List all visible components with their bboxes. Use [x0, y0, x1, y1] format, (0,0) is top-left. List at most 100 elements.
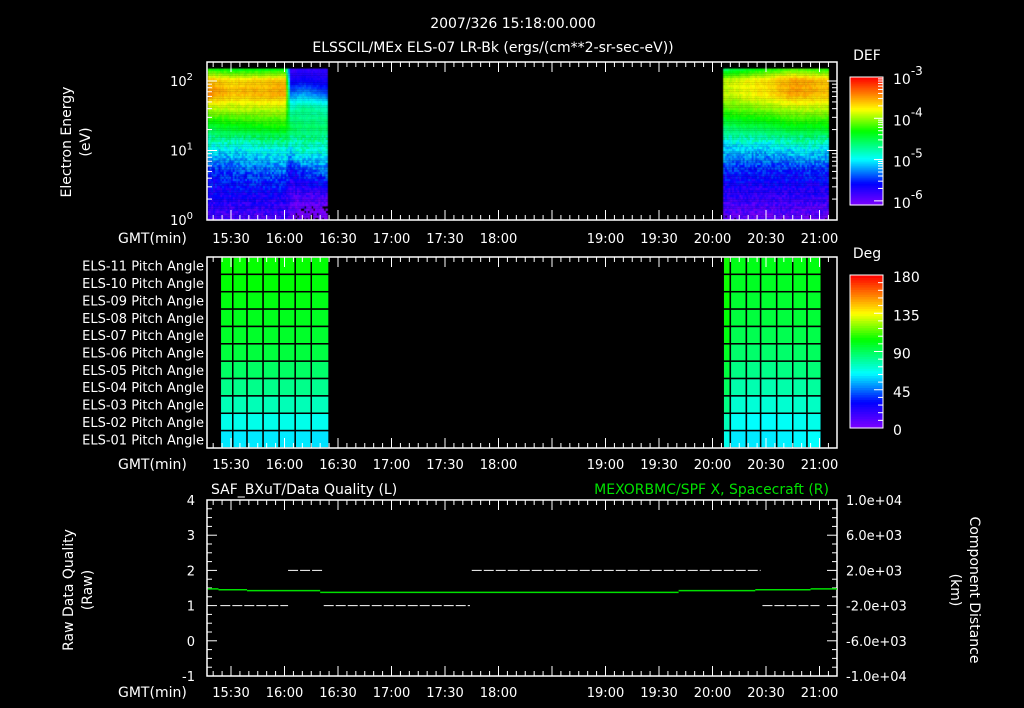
pitch-angle-cell — [806, 325, 823, 345]
pitch-angle-cell — [246, 429, 264, 449]
pitch-angle-cell — [759, 343, 778, 362]
energy-tick-label: 100 — [170, 211, 193, 229]
pitch-angle-cell — [310, 308, 330, 328]
pitch-angle-cell — [759, 429, 778, 449]
deg-colorbar-label: Deg — [853, 246, 881, 262]
def-colorbar-tick-label: 10-5 — [893, 147, 923, 171]
spectrogram-frame — [206, 61, 838, 221]
pitch-angle-cell — [745, 412, 762, 432]
pitch-angle-cell — [729, 412, 748, 432]
pitch-angle-cell — [262, 360, 280, 380]
pitch-angle-cell — [729, 273, 748, 293]
pitch-angle-cell — [278, 360, 296, 380]
pitch-angle-cell — [722, 395, 732, 415]
time-tick-label: 21:00 — [801, 686, 838, 701]
pitch-angle-cell — [729, 360, 748, 380]
pitch-angle-cell — [262, 325, 280, 345]
pitch-angle-cell — [278, 273, 296, 293]
pitch-angle-row-label: ELS-10 Pitch Angle — [82, 277, 204, 292]
deg-colorbar-tick-label: 0 — [893, 423, 902, 439]
quality-title: SAF_BXuT/Data Quality (L) — [211, 482, 397, 498]
pitch-angle-cell — [729, 343, 748, 362]
pitch-angle-cell — [775, 360, 794, 380]
def-colorbar-tick-label: 10-3 — [893, 64, 923, 88]
distance-tick-label: 6.0e+03 — [846, 529, 902, 544]
time-tick-label: 16:30 — [319, 686, 356, 701]
pitch-angle-cell — [219, 325, 234, 345]
pitch-angle-cell — [775, 308, 794, 328]
time-tick-label: 20:30 — [747, 686, 784, 701]
quality-tick-label: 4 — [187, 494, 195, 509]
time-tick-label: 20:00 — [694, 232, 731, 247]
deg-colorbar-tick-label: 90 — [893, 347, 911, 363]
pitch-angle-row-label: ELS-11 Pitch Angle — [82, 260, 204, 275]
pitch-angle-cell — [232, 273, 248, 293]
time-tick-label: 21:00 — [801, 232, 838, 247]
distance-tick-label: 2.0e+03 — [846, 564, 902, 579]
pitch-angle-cell — [745, 377, 762, 397]
gmt-label-panel1: GMT(min) — [118, 231, 187, 247]
pitch-angle-cell — [278, 290, 296, 310]
pitch-angle-cell — [246, 290, 264, 310]
plot-subtitle: ELSSCIL/MEx ELS-07 LR-Bk (ergs/(cm**2-sr… — [312, 40, 673, 56]
pitch-angle-cell — [310, 290, 330, 310]
pitch-angle-cell — [262, 343, 280, 362]
pitch-angle-cell — [792, 377, 808, 397]
def-colorbar-tick-label: 10-6 — [893, 188, 923, 212]
pitch-angle-cell — [294, 273, 313, 293]
pitch-angle-cell — [806, 308, 823, 328]
time-tick-label: 19:30 — [640, 686, 677, 701]
quality-axis-unit: (Raw) — [80, 570, 96, 610]
pitch-angle-cell — [775, 429, 794, 449]
time-tick-label: 15:30 — [212, 458, 249, 473]
pitch-angle-cell — [294, 343, 313, 362]
energy-tick-label: 102 — [170, 72, 193, 90]
deg-colorbar-tick-label: 135 — [893, 308, 920, 324]
pitch-angle-cell — [232, 343, 248, 362]
pitch-angle-cell — [232, 395, 248, 415]
pitch-angle-cell — [759, 256, 778, 276]
pitch-angle-cell — [219, 395, 234, 415]
pitch-angle-cell — [294, 308, 313, 328]
pitch-angle-cell — [219, 308, 234, 328]
time-tick-label: 15:30 — [212, 686, 249, 701]
def-colorbar-tick-label: 10-4 — [893, 105, 923, 129]
time-tick-label: 16:00 — [266, 232, 303, 247]
quality-tick-label: 1 — [187, 600, 195, 615]
pitch-angle-row-label: ELS-06 Pitch Angle — [82, 347, 204, 362]
deg-colorbar-tick-label: 180 — [893, 270, 920, 286]
time-tick-label: 18:00 — [480, 686, 517, 701]
pitch-angle-cell — [246, 273, 264, 293]
gmt-label-panel3: GMT(min) — [118, 685, 187, 701]
pitch-angle-cell — [729, 256, 748, 276]
pitch-angle-cell — [246, 377, 264, 397]
pitch-angle-cell — [722, 290, 732, 310]
pitch-angle-cell — [294, 412, 313, 432]
pitch-angle-cell — [775, 325, 794, 345]
time-tick-label: 19:00 — [587, 458, 624, 473]
time-tick-label: 18:00 — [480, 458, 517, 473]
pitch-angle-cell — [278, 256, 296, 276]
energy-tick-label: 101 — [170, 142, 193, 160]
pitch-angle-cell — [722, 412, 732, 432]
distance-tick-label: -2.0e+03 — [846, 600, 907, 615]
quality-tick-label: -1 — [182, 670, 195, 685]
time-tick-label: 19:30 — [640, 232, 677, 247]
time-tick-label: 16:30 — [319, 458, 356, 473]
pitch-angle-cell — [262, 412, 280, 432]
pitch-angle-cell — [792, 308, 808, 328]
pitch-angle-cell — [262, 429, 280, 449]
pitch-angle-cell — [310, 395, 330, 415]
pitch-angle-cell — [294, 395, 313, 415]
pitch-angle-row-label: ELS-09 Pitch Angle — [82, 294, 204, 309]
time-tick-label: 17:00 — [373, 458, 410, 473]
pitch-angle-cell — [722, 360, 732, 380]
time-tick-label: 17:30 — [426, 458, 463, 473]
distance-axis-label: Component Distance — [966, 517, 982, 664]
pitch-angle-cell — [219, 290, 234, 310]
energy-axis-label: Electron Energy — [59, 87, 75, 198]
pitch-angle-cell — [722, 377, 732, 397]
pitch-angle-cell — [219, 360, 234, 380]
quality-tick-label: 0 — [187, 635, 195, 650]
pitch-angle-cell — [278, 429, 296, 449]
